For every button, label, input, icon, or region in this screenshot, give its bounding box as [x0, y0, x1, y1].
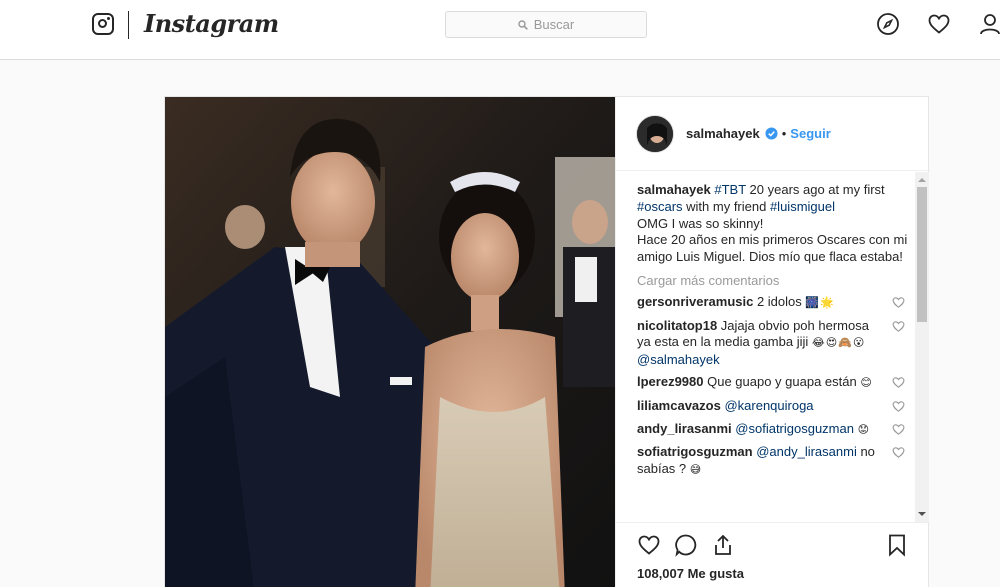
- list-item: lperez9980 Que guapo y guapa están 😊: [637, 374, 909, 392]
- list-item: liliamcavazos @karenquiroga: [637, 398, 909, 415]
- caption-line-3: OMG I was so skinny!: [637, 215, 764, 231]
- comment-emoji: 😟: [857, 423, 871, 436]
- comment-username[interactable]: sofiatrigosguzman: [637, 444, 753, 459]
- post-photo[interactable]: [165, 97, 615, 587]
- verified-badge-icon: [765, 127, 778, 140]
- top-navigation: Instagram Buscar: [0, 0, 1000, 60]
- hashtag-oscars[interactable]: #oscars: [637, 199, 683, 214]
- comment-like-heart-icon[interactable]: [892, 296, 905, 309]
- comment-mention[interactable]: @salmahayek: [637, 352, 720, 367]
- explore-compass-icon[interactable]: [876, 12, 900, 36]
- list-item: gersonriveramusic 2 idolos 🎆🌟: [637, 294, 909, 312]
- caption-username[interactable]: salmahayek: [637, 182, 711, 197]
- comment-like-heart-icon[interactable]: [892, 320, 905, 333]
- post-caption: salmahayek #TBT 20 years ago at my first…: [637, 182, 909, 266]
- post-card: salmahayek • Seguir salmahayek #TBT 20 y…: [164, 96, 930, 587]
- bookmark-icon[interactable]: [885, 533, 909, 557]
- search-input[interactable]: Buscar: [445, 11, 647, 38]
- scrollbar-thumb[interactable]: [917, 187, 927, 322]
- caption-text-2: with my friend: [682, 198, 770, 214]
- comment-emoji: 😂😍🙈😮: [811, 337, 866, 350]
- post-actions: 108,007 Me gusta: [616, 522, 930, 587]
- comment-emoji: 😊: [860, 377, 873, 390]
- logo-divider: [128, 11, 129, 39]
- scroll-up-arrow-icon[interactable]: [918, 178, 926, 182]
- comment-mention[interactable]: @sofiatrigosguzman: [735, 421, 854, 436]
- comment-text: Que guapo y guapa están: [703, 374, 861, 390]
- comment-like-heart-icon[interactable]: [892, 400, 905, 413]
- comment-emoji: 😅: [689, 463, 703, 476]
- comment-like-heart-icon[interactable]: [892, 446, 905, 459]
- instagram-wordmark[interactable]: Instagram: [144, 9, 279, 38]
- comment-mention[interactable]: @andy_lirasanmi: [756, 444, 857, 459]
- hashtag-tbt[interactable]: #TBT: [714, 182, 746, 197]
- comment-text: 2 idolos: [753, 293, 806, 309]
- post-header: salmahayek • Seguir: [616, 97, 930, 171]
- caption-line-4: Hace 20 años en mis primeros Oscares con…: [637, 232, 908, 265]
- comment-mention[interactable]: @karenquiroga: [724, 398, 813, 413]
- author-username[interactable]: salmahayek: [686, 126, 760, 141]
- share-icon[interactable]: [711, 533, 735, 557]
- comment-emoji: 🎆🌟: [805, 296, 835, 309]
- search-icon: [518, 19, 528, 30]
- comment-username[interactable]: nicolitatop18: [637, 318, 717, 333]
- comment-username[interactable]: lperez9980: [637, 374, 704, 389]
- avatar[interactable]: [636, 114, 674, 153]
- separator-dot: •: [781, 126, 787, 141]
- list-item: nicolitatop18 Jajaja obvio poh hermosa y…: [637, 318, 909, 369]
- list-item: andy_lirasanmi @sofiatrigosguzman 😟: [637, 421, 909, 439]
- caption-text-1: 20 years ago at my first: [745, 182, 885, 197]
- comment-like-heart-icon[interactable]: [892, 376, 905, 389]
- like-heart-icon[interactable]: [637, 533, 661, 557]
- comment-bubble-icon[interactable]: [674, 533, 698, 557]
- comment-like-heart-icon[interactable]: [892, 423, 905, 436]
- hashtag-luismiguel[interactable]: #luismiguel: [770, 199, 835, 214]
- comment-username[interactable]: gersonriveramusic: [637, 294, 753, 309]
- profile-icon[interactable]: [978, 12, 1000, 36]
- comments-list: salmahayek #TBT 20 years ago at my first…: [637, 182, 909, 522]
- list-item: sofiatrigosguzman @andy_lirasanmi no sab…: [637, 444, 909, 478]
- scroll-down-arrow-icon[interactable]: [918, 512, 926, 516]
- likes-count[interactable]: 108,007 Me gusta: [637, 566, 744, 581]
- comment-username[interactable]: andy_lirasanmi: [637, 421, 732, 436]
- instagram-glyph-icon[interactable]: [92, 13, 114, 35]
- comment-username[interactable]: liliamcavazos: [637, 398, 721, 413]
- follow-button[interactable]: Seguir: [790, 126, 830, 141]
- comments-scrollbar[interactable]: [915, 172, 929, 522]
- load-more-comments[interactable]: Cargar más comentarios: [637, 273, 909, 288]
- search-placeholder: Buscar: [533, 17, 575, 32]
- activity-heart-icon[interactable]: [927, 12, 951, 36]
- post-sidebar: salmahayek • Seguir salmahayek #TBT 20 y…: [615, 97, 930, 587]
